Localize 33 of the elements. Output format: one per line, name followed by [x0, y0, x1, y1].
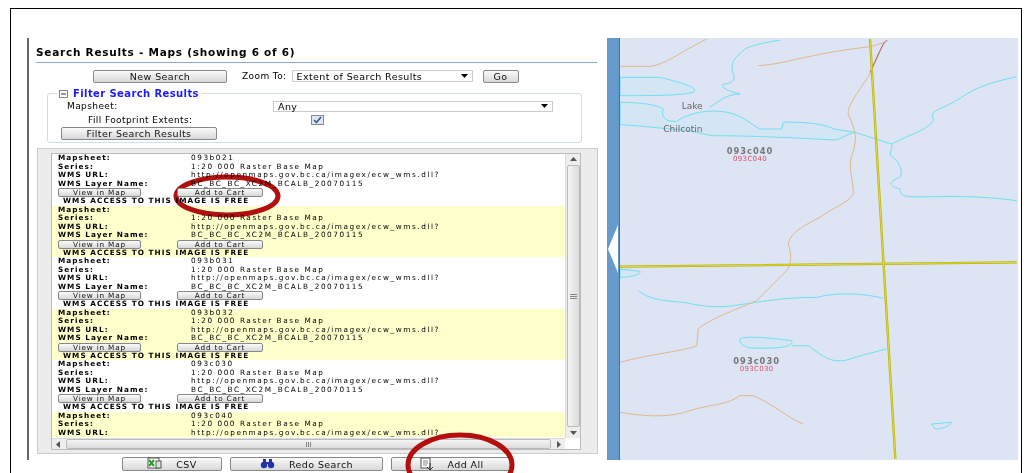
fill-footprint-label: Fill Footprint Extents: [88, 115, 194, 125]
map-label: 093c030 [733, 356, 781, 366]
check-icon [313, 116, 322, 124]
mapsheet-select[interactable]: Any [273, 100, 553, 112]
scroll-left-icon [56, 440, 60, 448]
caret-icon [541, 104, 548, 108]
grip-icon [306, 441, 311, 447]
map-label: 093c040 [726, 146, 774, 156]
fill-footprint-checkbox[interactable] [311, 115, 324, 125]
panel-title: Search Results - Maps (showing 6 of 6) [36, 46, 297, 59]
binoculars-icon [260, 457, 276, 471]
filter-search-button[interactable]: Filter Search Results [61, 127, 217, 140]
grip-icon [569, 293, 577, 299]
collapse-arrow-icon[interactable] [608, 225, 618, 273]
scroll-down-icon [569, 431, 577, 435]
map-label: Lake [681, 101, 703, 111]
spreadsheet-icon [147, 457, 163, 471]
add-button[interactable]: Add All [391, 457, 511, 471]
filter-title[interactable]: Filter Search Results [73, 88, 199, 99]
document-icon [418, 457, 434, 471]
collapse-bar[interactable] [607, 38, 620, 460]
zoom-to-label: Zoom To: [242, 71, 287, 81]
mapsheet-label: Mapsheet: [67, 101, 119, 111]
map-label: Chilcotin [663, 124, 703, 135]
zoom-to-select[interactable]: Extent of Search Results [291, 70, 473, 82]
new-search-button[interactable]: New Search [93, 69, 227, 83]
scroll-right-icon [557, 440, 561, 448]
caret-icon [460, 74, 468, 78]
go-button[interactable]: Go [482, 69, 519, 83]
redo-button[interactable]: Redo Search [230, 457, 383, 471]
csv-button[interactable]: CSV [122, 457, 222, 471]
collapse-icon[interactable] [59, 89, 68, 98]
scroll-up-icon [569, 157, 577, 161]
